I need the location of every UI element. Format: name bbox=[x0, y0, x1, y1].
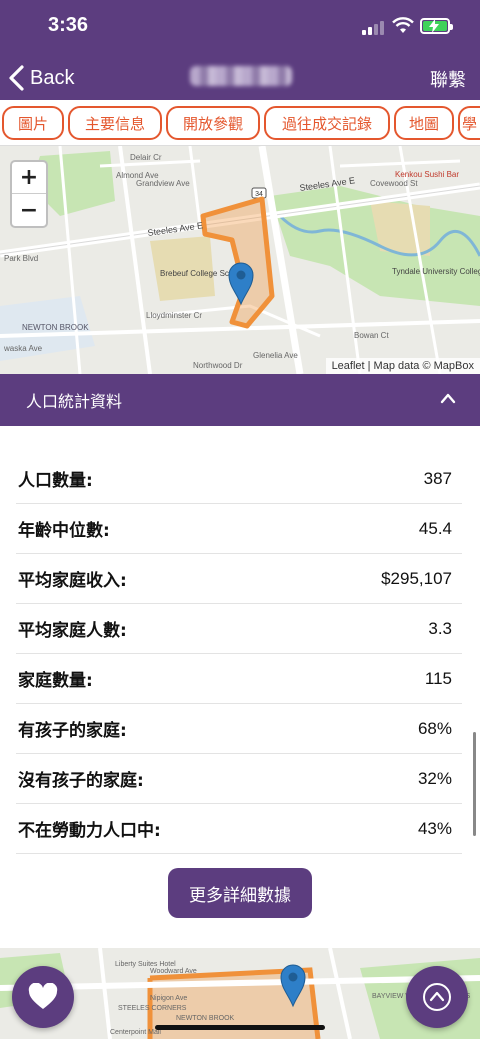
stat-value: 115 bbox=[424, 668, 452, 688]
stat-label: 家庭數量: bbox=[18, 671, 93, 691]
home-indicator[interactable] bbox=[155, 1025, 325, 1030]
blurred-title bbox=[190, 66, 292, 86]
svg-text:waska Ave: waska Ave bbox=[3, 344, 43, 353]
stat-row-not-in-labour-force: 不在勞動力人口中: 43% bbox=[16, 804, 462, 854]
stat-label: 沒有孩子的家庭: bbox=[18, 771, 144, 791]
zoom-control: + − bbox=[10, 160, 48, 228]
charging-bolt-icon bbox=[429, 19, 439, 33]
stat-row-avg-household-income: 平均家庭收入: $295,107 bbox=[16, 554, 462, 604]
wifi-icon bbox=[392, 17, 414, 33]
stat-label: 年齡中位數: bbox=[18, 521, 110, 541]
svg-text:Grandview Ave: Grandview Ave bbox=[136, 179, 190, 188]
stat-label: 有孩子的家庭: bbox=[18, 721, 127, 741]
tab-photos[interactable]: 圖片 bbox=[2, 106, 64, 140]
stat-label: 人口數量: bbox=[18, 471, 93, 491]
chevron-left-icon bbox=[9, 65, 24, 91]
app-header: 3:36 Back 聯繫 bbox=[0, 0, 480, 100]
svg-text:Delair Cr: Delair Cr bbox=[130, 153, 162, 162]
scrollbar[interactable] bbox=[473, 732, 476, 836]
tab-schools[interactable]: 學 bbox=[458, 106, 480, 140]
demographics-list: 人口數量: 387 年齡中位數: 45.4 平均家庭收入: $295,107 平… bbox=[16, 454, 462, 854]
svg-text:Lloydminster Cr: Lloydminster Cr bbox=[146, 311, 202, 320]
tab-sold-history[interactable]: 過往成交記錄 bbox=[264, 106, 390, 140]
zoom-out-button[interactable]: − bbox=[12, 194, 46, 226]
demographics-section-header[interactable]: 人口統計資料 bbox=[0, 374, 480, 426]
stat-value: $295,107 bbox=[381, 568, 452, 588]
tab-open-house[interactable]: 開放參觀 bbox=[166, 106, 260, 140]
map-tiles: 34 Delair Cr Almond Ave Grandview Ave St… bbox=[0, 146, 480, 374]
favorite-button[interactable] bbox=[12, 966, 74, 1028]
svg-text:Covewood St: Covewood St bbox=[370, 179, 418, 188]
section-title: 人口統計資料 bbox=[26, 392, 123, 411]
stat-value: 43% bbox=[417, 818, 452, 838]
svg-text:Woodward Ave: Woodward Ave bbox=[150, 968, 197, 975]
svg-text:Park Blvd: Park Blvd bbox=[4, 254, 38, 263]
back-label: Back bbox=[30, 66, 75, 89]
svg-text:Nipigon Ave: Nipigon Ave bbox=[150, 995, 187, 1002]
svg-text:STEELES CORNERS: STEELES CORNERS bbox=[118, 1005, 187, 1012]
svg-text:NEWTON BROOK: NEWTON BROOK bbox=[176, 1015, 235, 1022]
map-attribution[interactable]: Leaflet | Map data © MapBox bbox=[325, 358, 480, 374]
tab-main-info[interactable]: 主要信息 bbox=[68, 106, 162, 140]
stat-value: 3.3 bbox=[428, 618, 452, 638]
stat-value: 68% bbox=[417, 718, 452, 738]
stat-row-median-age: 年齡中位數: 45.4 bbox=[16, 504, 462, 554]
stat-label: 平均家庭人數: bbox=[18, 621, 127, 641]
stat-label: 不在勞動力人口中: bbox=[18, 821, 161, 841]
heart-icon bbox=[28, 983, 58, 1009]
neighbourhood-map[interactable]: 34 Delair Cr Almond Ave Grandview Ave St… bbox=[0, 146, 480, 374]
stat-row-avg-household-size: 平均家庭人數: 3.3 bbox=[16, 604, 462, 654]
stat-row-with-children: 有孩子的家庭: 68% bbox=[16, 704, 462, 754]
circle-chevron-up-icon bbox=[423, 983, 451, 1011]
zoom-in-button[interactable]: + bbox=[12, 162, 46, 194]
tab-bar: 圖片 主要信息 開放參觀 過往成交記錄 地圖 學 bbox=[0, 100, 480, 146]
tab-map[interactable]: 地圖 bbox=[394, 106, 454, 140]
svg-text:NEWTON BROOK: NEWTON BROOK bbox=[22, 323, 89, 332]
stat-label: 平均家庭收入: bbox=[18, 571, 127, 591]
svg-text:Glenelia Ave: Glenelia Ave bbox=[253, 351, 298, 360]
contact-button[interactable]: 聯繫 bbox=[430, 66, 466, 92]
svg-text:Liberty Suites Hotel: Liberty Suites Hotel bbox=[115, 961, 176, 968]
svg-text:Tyndale University College and: Tyndale University College and Seminary bbox=[392, 267, 480, 276]
back-button[interactable]: Back bbox=[8, 62, 74, 94]
stat-row-households: 家庭數量: 115 bbox=[16, 654, 462, 704]
more-details-button[interactable]: 更多詳細數據 bbox=[168, 868, 312, 918]
svg-text:Northwood Dr: Northwood Dr bbox=[193, 361, 243, 370]
stat-value: 32% bbox=[417, 768, 452, 788]
status-time: 3:36 bbox=[48, 14, 89, 36]
stat-row-without-children: 沒有孩子的家庭: 32% bbox=[16, 754, 462, 804]
svg-text:Bowan Ct: Bowan Ct bbox=[354, 331, 389, 340]
stat-row-population: 人口數量: 387 bbox=[16, 454, 462, 504]
svg-text:Kenkou Sushi Bar: Kenkou Sushi Bar bbox=[395, 170, 459, 179]
scroll-to-top-button[interactable] bbox=[406, 966, 468, 1028]
stat-value: 45.4 bbox=[418, 518, 452, 538]
stat-value: 387 bbox=[423, 468, 452, 488]
svg-text:Centerpoint Mall: Centerpoint Mall bbox=[110, 1029, 161, 1036]
chevron-up-icon bbox=[440, 393, 456, 404]
cellular-signal-icon bbox=[362, 21, 386, 35]
